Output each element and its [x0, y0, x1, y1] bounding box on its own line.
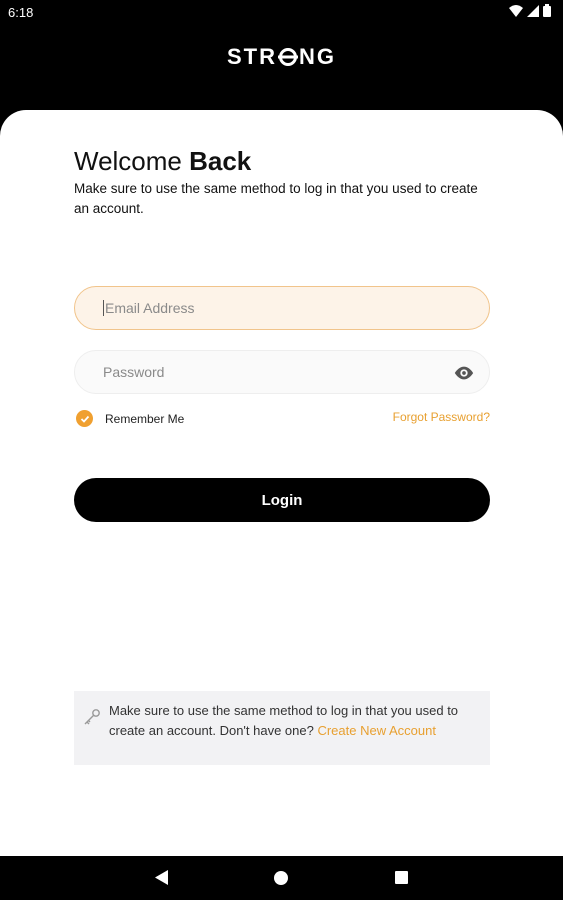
logo-o-icon	[277, 44, 299, 70]
key-icon	[84, 709, 100, 725]
text-cursor	[103, 300, 104, 316]
battery-icon	[543, 4, 551, 17]
status-time: 6:18	[8, 5, 34, 20]
title-regular: Welcome	[74, 146, 190, 176]
password-field[interactable]: Password	[74, 350, 490, 394]
checkbox-checked-icon[interactable]	[76, 410, 93, 427]
status-bar: 6:18	[0, 0, 563, 26]
eye-icon[interactable]	[453, 362, 475, 384]
logo-text-end: NG	[299, 44, 336, 69]
back-icon[interactable]	[155, 870, 168, 885]
create-account-link[interactable]: Create New Account	[317, 723, 436, 738]
remember-me[interactable]: Remember Me	[76, 410, 184, 427]
signal-icon	[527, 4, 539, 17]
password-placeholder: Password	[103, 364, 165, 380]
navigation-bar	[0, 856, 563, 900]
page-subtitle: Make sure to use the same method to log …	[74, 181, 478, 216]
recents-icon[interactable]	[395, 871, 408, 884]
login-card: Welcome Back Make sure to use the same m…	[0, 110, 563, 856]
remember-label: Remember Me	[105, 411, 185, 426]
brand-logo: STR NG	[0, 44, 563, 70]
info-box: Make sure to use the same method to log …	[74, 691, 490, 765]
logo-text-start: STR	[227, 44, 277, 69]
page-title: Welcome Back	[74, 146, 251, 177]
email-placeholder: Email Address	[105, 300, 195, 316]
wifi-icon	[509, 4, 523, 17]
home-icon[interactable]	[274, 871, 288, 885]
title-bold: Back	[189, 146, 252, 176]
status-icons	[509, 4, 551, 17]
login-button[interactable]: Login	[74, 478, 490, 522]
email-field[interactable]: Email Address	[74, 286, 490, 330]
forgot-password-link[interactable]: Forgot Password?	[393, 410, 490, 424]
